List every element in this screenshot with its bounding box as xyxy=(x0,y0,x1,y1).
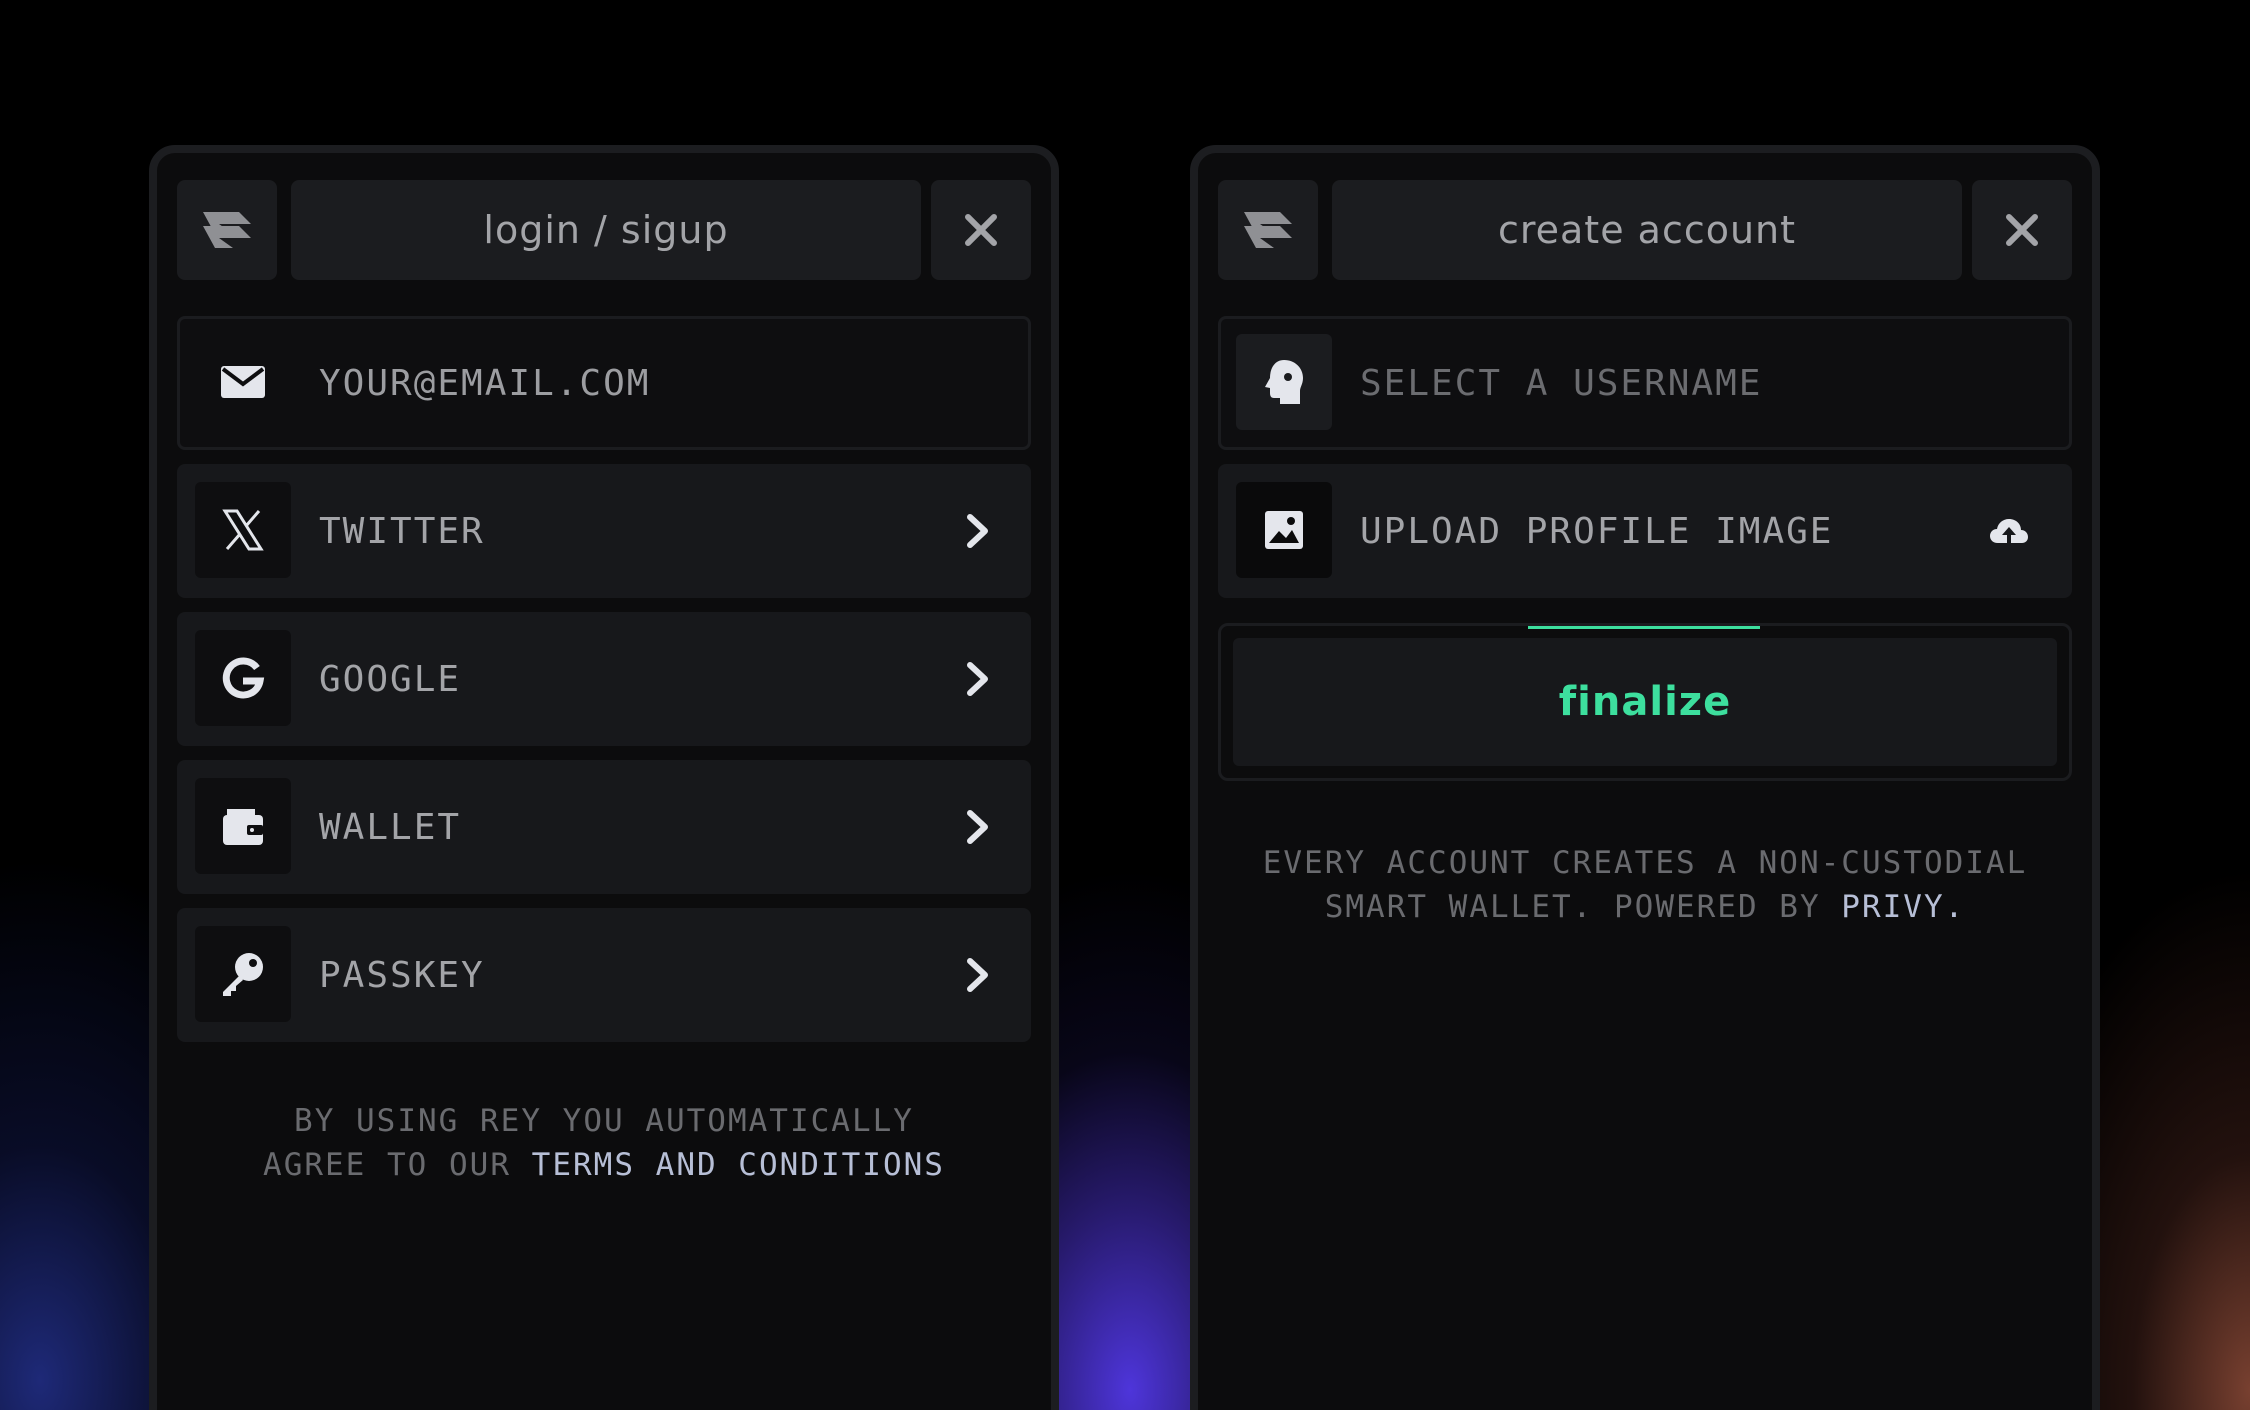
google-icon xyxy=(222,657,265,699)
finalize-button-frame: finalize xyxy=(1218,623,2072,781)
username-field[interactable]: SELECT A USERNAME xyxy=(1218,316,2072,450)
terms-line-2: AGREE TO OUR TERMS AND CONDITIONS xyxy=(157,1143,1051,1187)
login-option-passkey[interactable]: PASSKEY xyxy=(177,908,1031,1042)
passkey-icon-cell xyxy=(195,926,291,1022)
rey-logo-icon xyxy=(203,212,251,248)
panel-title: login / sigup xyxy=(483,208,729,252)
terms-line-1: BY USING REY YOU AUTOMATICALLY xyxy=(294,1103,914,1139)
twitter-icon-cell xyxy=(195,482,291,578)
username-icon-cell xyxy=(1236,334,1332,430)
logo-button[interactable] xyxy=(1218,180,1318,280)
rey-logo-icon xyxy=(1244,212,1292,248)
create-account-panel: create account SELECT A USERNAME UPLOAD … xyxy=(1190,145,2100,1410)
create-header: create account xyxy=(1218,180,2072,280)
image-icon xyxy=(1265,511,1303,549)
username-placeholder: SELECT A USERNAME xyxy=(1360,362,1763,404)
chevron-right-icon xyxy=(965,908,991,1042)
terms-link[interactable]: TERMS AND CONDITIONS xyxy=(532,1147,945,1183)
wallet-notice: EVERY ACCOUNT CREATES A NON-CUSTODIAL SM… xyxy=(1198,841,2092,929)
finalize-button[interactable]: finalize xyxy=(1233,638,2057,766)
wallet-label: WALLET xyxy=(319,806,462,848)
wallet-icon xyxy=(223,809,263,845)
upload-profile-image[interactable]: UPLOAD PROFILE IMAGE xyxy=(1218,464,2072,598)
panel-title-box: create account xyxy=(1332,180,1962,280)
email-icon-cell xyxy=(195,334,291,430)
envelope-icon xyxy=(221,366,265,398)
twitter-label: TWITTER xyxy=(319,510,485,552)
wallet-notice-line-2: SMART WALLET. POWERED BY PRIVY. xyxy=(1198,885,2092,929)
login-option-wallet[interactable]: WALLET xyxy=(177,760,1031,894)
terms-prefix: AGREE TO OUR xyxy=(263,1147,532,1183)
panel-title-box: login / sigup xyxy=(291,180,921,280)
close-icon xyxy=(2006,214,2038,246)
email-field[interactable]: YOUR@EMAIL.COM xyxy=(177,316,1031,450)
x-twitter-icon xyxy=(222,509,264,551)
google-label: GOOGLE xyxy=(319,658,462,700)
chevron-right-icon xyxy=(965,464,991,598)
passkey-label: PASSKEY xyxy=(319,954,485,996)
terms-notice: BY USING REY YOU AUTOMATICALLY AGREE TO … xyxy=(157,1099,1051,1187)
panel-title: create account xyxy=(1497,208,1797,252)
chevron-right-icon xyxy=(965,612,991,746)
close-button[interactable] xyxy=(1972,180,2072,280)
chevron-right-icon xyxy=(965,760,991,894)
key-icon xyxy=(223,953,263,996)
login-header: login / sigup xyxy=(177,180,1031,280)
login-option-twitter[interactable]: TWITTER xyxy=(177,464,1031,598)
email-placeholder: YOUR@EMAIL.COM xyxy=(319,362,651,404)
wallet-notice-line-1: EVERY ACCOUNT CREATES A NON-CUSTODIAL xyxy=(1262,845,2028,881)
login-signup-panel: login / sigup YOUR@EMAIL.COM TWITTER GOO… xyxy=(149,145,1059,1410)
close-button[interactable] xyxy=(931,180,1031,280)
upload-icon-cell xyxy=(1236,482,1332,578)
upload-label: UPLOAD PROFILE IMAGE xyxy=(1360,510,1834,552)
close-icon xyxy=(965,214,997,246)
privy-link[interactable]: PRIVY. xyxy=(1841,889,1965,925)
cloud-upload-icon[interactable] xyxy=(1988,464,2030,598)
logo-button[interactable] xyxy=(177,180,277,280)
wallet-icon-cell xyxy=(195,778,291,874)
head-profile-icon xyxy=(1265,360,1303,404)
wallet-notice-prefix: SMART WALLET. POWERED BY xyxy=(1324,889,1842,925)
login-option-google[interactable]: GOOGLE xyxy=(177,612,1031,746)
google-icon-cell xyxy=(195,630,291,726)
